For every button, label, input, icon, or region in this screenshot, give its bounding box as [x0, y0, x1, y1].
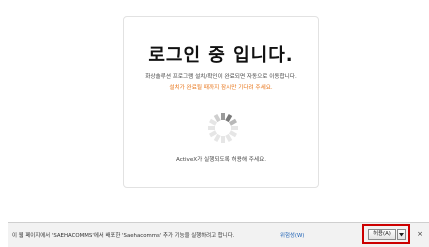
loading-spinner-icon	[208, 113, 238, 143]
spinner-segment	[213, 133, 221, 142]
notification-message: 이 웹 페이지에서 'SAEHACOMMS'에서 배포한 'Saehacomms…	[12, 233, 235, 239]
close-icon[interactable]: ×	[415, 229, 425, 240]
spinner-segment	[228, 118, 237, 126]
wait-notice: 설치가 완료될 때까지 잠시만 기다려 주세요.	[169, 85, 273, 91]
caret-down-icon	[399, 233, 404, 237]
spinner-segment	[209, 130, 218, 138]
allow-button[interactable]: 허용(A)	[368, 229, 396, 240]
spinner-segment	[209, 118, 218, 126]
allow-dropdown-button[interactable]	[397, 229, 406, 240]
spinner-segment	[225, 133, 233, 142]
spinner-segment	[213, 114, 221, 123]
spinner-segment	[225, 114, 233, 123]
activex-notice: ActiveX가 실행되도록 허용해 주세요.	[175, 157, 266, 163]
page-title: 로그인 중 입니다.	[148, 45, 294, 66]
install-description: 화상솔루션 프로그램 설치/확인이 완료되면 자동으로 이동합니다.	[145, 74, 297, 80]
spinner-segment	[228, 130, 237, 138]
risk-link[interactable]: 위험성(W)	[280, 231, 304, 239]
login-panel: 로그인 중 입니다. 화상솔루션 프로그램 설치/확인이 완료되면 자동으로 이…	[123, 16, 319, 188]
